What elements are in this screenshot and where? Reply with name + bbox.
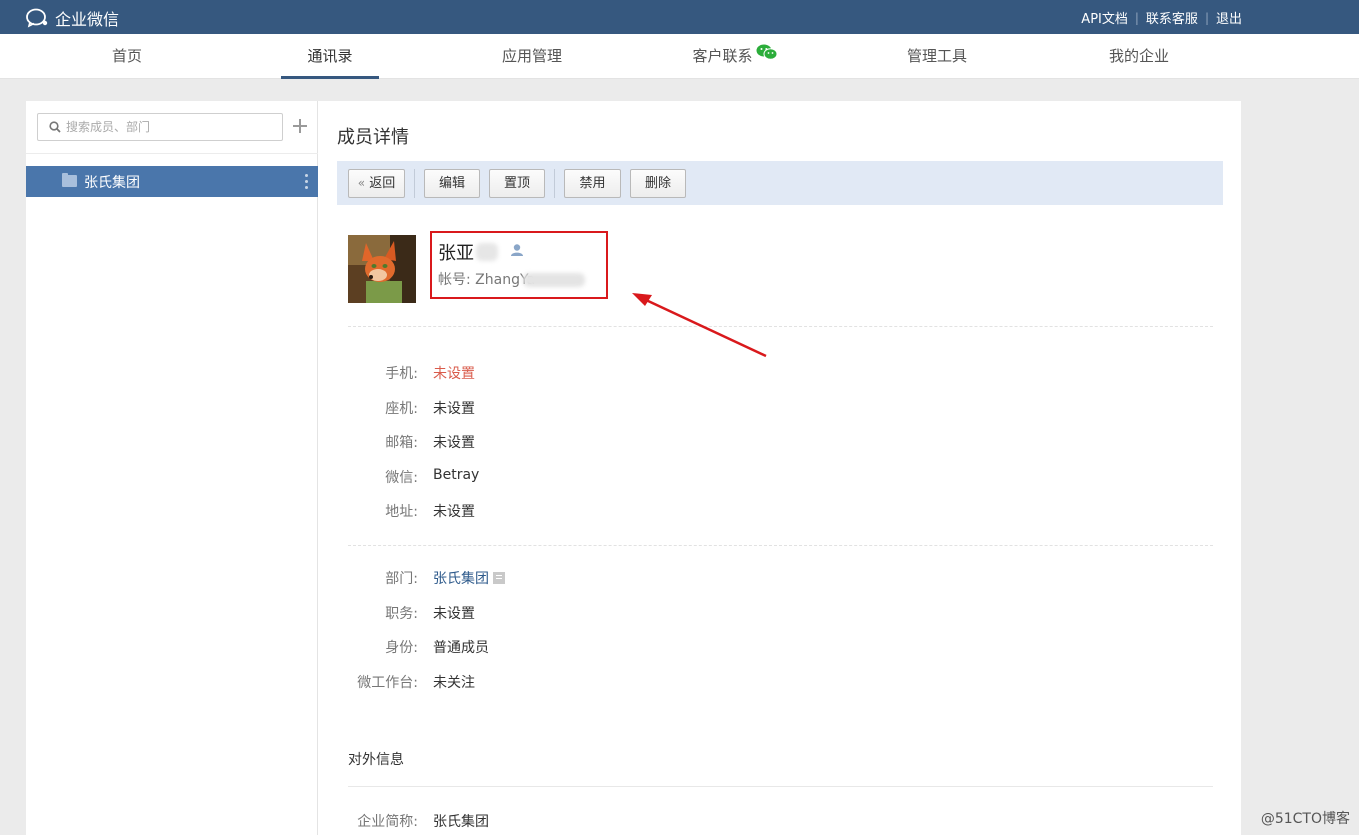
field-value: 未设置: [433, 606, 475, 622]
link-separator: |: [1134, 10, 1139, 25]
link-separator: |: [1204, 10, 1209, 25]
field-value: 普通成员: [433, 640, 489, 656]
member-detail-panel: 成员详情 « 返回 编辑 置顶 禁用 删除 张亚 帐号: ZhangYa 手机:…: [318, 101, 1241, 835]
watermark: @51CTO博客: [1260, 811, 1350, 827]
highlight-box: [430, 231, 608, 299]
search-box: [37, 113, 283, 141]
add-icon[interactable]: [292, 118, 308, 134]
field-label: 座机:: [385, 401, 418, 417]
nav-my-enterprise[interactable]: 我的企业: [1090, 34, 1188, 79]
department-info-icon: [493, 571, 505, 584]
sidebar-divider: [26, 153, 318, 154]
toolbar-separator: [554, 169, 555, 198]
app-name: 企业微信: [55, 10, 120, 29]
api-docs-link[interactable]: API文档: [1081, 8, 1128, 27]
nav-customer-contact-label: 客户联系: [692, 47, 753, 65]
field-value: 未设置: [433, 366, 475, 382]
search-icon: [49, 121, 61, 137]
field-label: 身份:: [385, 640, 418, 656]
nav-app-management[interactable]: 应用管理: [483, 34, 581, 79]
toolbar-separator: [414, 169, 415, 198]
action-toolbar: « 返回 编辑 置顶 禁用 删除: [337, 161, 1223, 205]
logout-link[interactable]: 退出: [1216, 8, 1242, 27]
sidebar: 张氏集团: [26, 101, 318, 835]
top-links: API文档 | 联系客服 | 退出: [1081, 8, 1242, 28]
double-chevron-left-icon: «: [357, 176, 366, 190]
nav-customer-contact[interactable]: 客户联系: [676, 34, 794, 79]
field-value: 未设置: [433, 435, 475, 451]
nav-contacts[interactable]: 通讯录: [281, 34, 379, 79]
avatar: [348, 235, 416, 303]
delete-button[interactable]: 删除: [630, 169, 686, 198]
search-input[interactable]: [66, 117, 276, 137]
contact-support-link[interactable]: 联系客服: [1146, 8, 1198, 27]
field-label: 微信:: [385, 470, 418, 486]
field-row-landline: 座机: 未设置: [348, 398, 1048, 418]
department-label: 张氏集团: [84, 175, 140, 191]
app-logo[interactable]: 企业微信: [26, 6, 119, 30]
field-row-mobile: 手机: 未设置: [348, 363, 1048, 383]
field-value: Betray: [433, 467, 480, 483]
pin-top-button[interactable]: 置顶: [489, 169, 545, 198]
nav-home[interactable]: 首页: [78, 34, 176, 79]
field-value: 未设置: [433, 401, 475, 417]
page-title: 成员详情: [337, 127, 409, 148]
top-bar: 企业微信 API文档 | 联系客服 | 退出: [0, 0, 1359, 34]
disable-button[interactable]: 禁用: [564, 169, 621, 198]
field-row-workbench: 微工作台: 未关注: [348, 672, 1048, 692]
nav-management-tools[interactable]: 管理工具: [888, 34, 986, 79]
department-link[interactable]: 张氏集团: [433, 568, 505, 588]
main-nav: 首页 通讯录 应用管理 客户联系 管理工具 我的企业: [0, 34, 1359, 79]
field-value: 未设置: [433, 504, 475, 520]
field-label: 手机:: [385, 366, 418, 382]
sidebar-item-department[interactable]: 张氏集团: [26, 166, 318, 197]
edit-button[interactable]: 编辑: [424, 169, 480, 198]
more-options-icon[interactable]: [305, 174, 308, 189]
field-label: 微工作台:: [357, 675, 418, 691]
back-button-label: 返回: [369, 176, 396, 191]
field-row-wechat: 微信: Betray: [348, 467, 1048, 487]
field-row-address: 地址: 未设置: [348, 501, 1048, 521]
department-link-label: 张氏集团: [433, 571, 489, 587]
back-button[interactable]: « 返回: [348, 169, 405, 198]
main-card: 张氏集团 成员详情 « 返回 编辑 置顶 禁用 删除: [26, 101, 1241, 835]
field-row-identity: 身份: 普通成员: [348, 637, 1048, 657]
wecom-logo-icon: [26, 8, 50, 28]
field-row-position: 职务: 未设置: [348, 603, 1048, 623]
field-row-department: 部门: 张氏集团: [348, 568, 1048, 588]
field-label: 企业简称:: [357, 814, 418, 830]
field-row-email: 邮箱: 未设置: [348, 432, 1048, 452]
wechat-icon: [756, 33, 778, 77]
section-divider: [348, 786, 1213, 787]
field-label: 邮箱:: [385, 435, 418, 451]
field-label: 部门:: [385, 571, 418, 587]
external-info-title: 对外信息: [348, 752, 404, 768]
field-label: 地址:: [385, 504, 418, 520]
field-label: 职务:: [385, 606, 418, 622]
folder-icon: [62, 173, 77, 187]
field-value: 张氏集团: [433, 814, 489, 830]
field-row-company-short-name: 企业简称: 张氏集团: [348, 811, 1048, 831]
field-value: 未关注: [433, 675, 475, 691]
section-divider: [348, 545, 1213, 546]
section-divider: [348, 326, 1213, 327]
